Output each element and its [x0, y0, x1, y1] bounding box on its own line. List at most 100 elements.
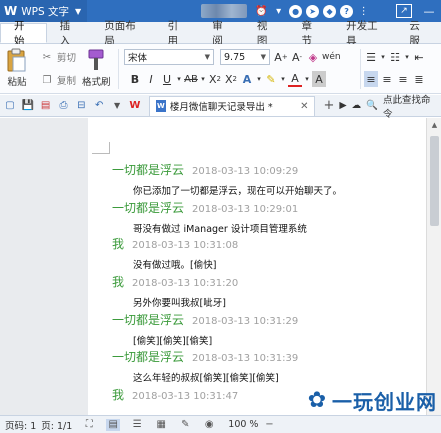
- message-timestamp: 2018-03-13 10:31:47: [132, 391, 239, 402]
- sender-name: 一切都是浮云: [112, 163, 185, 177]
- chevron-down-icon[interactable]: ▾: [404, 49, 410, 65]
- chevron-down-icon: ▼: [260, 53, 266, 61]
- new-tab-icon[interactable]: +: [323, 98, 334, 113]
- copy-button[interactable]: ❐ 复制: [40, 73, 77, 88]
- cloud-icon[interactable]: ☁: [352, 100, 362, 111]
- tab-start[interactable]: 开始: [0, 20, 47, 47]
- save-icon[interactable]: 💾: [20, 98, 36, 114]
- grow-font-icon[interactable]: A +: [274, 49, 288, 65]
- tab-review[interactable]: 审阅: [199, 20, 244, 47]
- highlight-icon[interactable]: ✎: [264, 71, 278, 87]
- paste-button[interactable]: 粘贴: [6, 48, 28, 88]
- more-icon[interactable]: ⋮: [355, 4, 372, 18]
- chevron-down-icon[interactable]: ▾: [280, 71, 286, 87]
- strikethrough-icon[interactable]: AB: [184, 71, 198, 87]
- chat-message: 我 2018-03-13 10:31:47: [112, 386, 238, 403]
- document-canvas: 一切都是浮云 2018-03-13 10:09:29 你已添加了一切都是浮云，现…: [0, 118, 441, 415]
- reading-view-icon[interactable]: ✎: [178, 419, 192, 431]
- chevron-down-icon[interactable]: ▾: [176, 71, 182, 87]
- message-timestamp: 2018-03-13 10:31:20: [132, 278, 239, 289]
- user-account-blurred[interactable]: [201, 4, 248, 18]
- message-timestamp: 2018-03-13 10:31:08: [132, 240, 239, 251]
- zoom-level[interactable]: 100 %: [228, 419, 258, 430]
- divider: [360, 49, 361, 89]
- close-icon[interactable]: ✕: [300, 101, 308, 112]
- pinyin-icon[interactable]: wén: [322, 49, 341, 65]
- chevron-down-icon[interactable]: ▾: [380, 49, 386, 65]
- cut-button[interactable]: ✂ 剪切: [40, 50, 77, 65]
- fullscreen-icon[interactable]: ⛶: [82, 419, 96, 431]
- page-margin-mark: [92, 142, 110, 154]
- find-command-label[interactable]: 点此查找命令: [383, 92, 439, 120]
- message-text: [偷笑][偷笑][偷笑]: [133, 336, 213, 347]
- message-text: 哥没有做过 iManager 设计项目管理系统: [133, 224, 307, 235]
- tab-view[interactable]: 视图: [244, 20, 289, 47]
- watermark-logo-icon: ✿: [307, 388, 327, 413]
- restore-window-icon[interactable]: ↗: [396, 4, 412, 18]
- font-size-select[interactable]: 9.75 ▼: [220, 49, 270, 65]
- outline-view-icon[interactable]: ☰: [130, 419, 144, 431]
- vertical-scrollbar[interactable]: ▲: [426, 118, 441, 415]
- superscript-icon[interactable]: X2: [208, 71, 222, 87]
- tab-chapter[interactable]: 章节: [288, 20, 333, 47]
- clear-format-icon[interactable]: ◈: [306, 49, 320, 65]
- wps-home-icon[interactable]: W: [127, 98, 143, 114]
- skin-icon[interactable]: ◆: [323, 4, 337, 18]
- search-icon[interactable]: 🔍: [366, 100, 378, 111]
- zoom-out-icon[interactable]: −: [262, 419, 276, 431]
- print-icon[interactable]: ⎙: [56, 98, 72, 114]
- app-title: WPS 文字: [21, 5, 69, 18]
- tab-page-layout[interactable]: 页面布局: [91, 20, 154, 47]
- document-tab-title: 楼月微信聊天记录导出 *: [169, 102, 273, 113]
- sidebar-toggle-icon[interactable]: ▶: [339, 100, 346, 111]
- undo-icon[interactable]: ↶: [91, 98, 107, 114]
- chevron-down-icon[interactable]: ▼: [109, 98, 125, 114]
- cut-label: 剪切: [57, 53, 77, 64]
- align-left-icon[interactable]: ≡: [364, 71, 378, 87]
- chevron-down-icon[interactable]: ▾: [270, 4, 287, 18]
- page-view-icon[interactable]: ▤: [106, 418, 121, 431]
- new-doc-icon[interactable]: ▢: [2, 98, 18, 114]
- tab-references[interactable]: 引用: [155, 20, 200, 47]
- chevron-down-icon[interactable]: ▾: [200, 71, 206, 87]
- tab-developer[interactable]: 开发工具: [333, 20, 396, 47]
- char-shading-icon[interactable]: A: [312, 71, 326, 87]
- chevron-down-icon[interactable]: ▾: [256, 71, 262, 87]
- chevron-down-icon[interactable]: ▾: [304, 71, 310, 87]
- sender-name: 一切都是浮云: [112, 201, 185, 215]
- share-icon[interactable]: ➤: [306, 4, 320, 18]
- web-view-icon[interactable]: ▦: [154, 419, 168, 431]
- italic-icon[interactable]: I: [144, 71, 158, 87]
- scrollbar-thumb[interactable]: [430, 136, 439, 226]
- shrink-font-icon[interactable]: A-: [290, 49, 304, 65]
- ribbon-tabs: 开始 插入 页面布局 引用 审阅 视图 章节 开发工具 云服: [0, 20, 441, 47]
- tab-cloud[interactable]: 云服: [396, 20, 441, 47]
- text-effect-icon[interactable]: A: [240, 71, 254, 87]
- brush-icon: [88, 49, 104, 70]
- print-preview-icon[interactable]: ⊟: [73, 98, 89, 114]
- subscript-icon[interactable]: X2: [224, 71, 238, 87]
- message-text: 这么年轻的叔叔[偷笑][偷笑][偷笑]: [133, 373, 279, 384]
- align-right-icon[interactable]: ≡: [396, 71, 410, 87]
- align-center-icon[interactable]: ≡: [380, 71, 394, 87]
- scroll-up-icon[interactable]: ▲: [427, 118, 441, 132]
- alarm-clock-icon[interactable]: ⏰: [253, 4, 270, 18]
- font-color-icon[interactable]: A: [288, 71, 302, 87]
- shield-icon[interactable]: ●: [289, 4, 303, 18]
- font-name-select[interactable]: 宋体 ▼: [124, 49, 214, 65]
- message-text: 没有做过哦。[偷快]: [133, 260, 217, 271]
- format-painter-button[interactable]: 格式刷: [82, 48, 111, 88]
- bold-icon[interactable]: B: [128, 71, 142, 87]
- font-name-value: 宋体: [128, 53, 148, 64]
- help-icon[interactable]: ?: [340, 4, 354, 18]
- document-tab[interactable]: W 楼月微信聊天记录导出 * ✕: [148, 95, 316, 116]
- bullet-list-icon[interactable]: ☰: [364, 49, 378, 65]
- underline-icon[interactable]: U: [160, 71, 174, 87]
- numbered-list-icon[interactable]: ☷: [388, 49, 402, 65]
- justify-icon[interactable]: ≣: [412, 71, 426, 87]
- tab-insert[interactable]: 插入: [47, 20, 92, 47]
- eye-protection-icon[interactable]: ◉: [202, 419, 216, 431]
- export-pdf-icon[interactable]: ▤: [38, 98, 54, 114]
- outdent-icon[interactable]: ⇤: [412, 49, 426, 65]
- chat-message: 我 2018-03-13 10:31:20 另外你要叫我叔[呲牙]: [112, 273, 238, 309]
